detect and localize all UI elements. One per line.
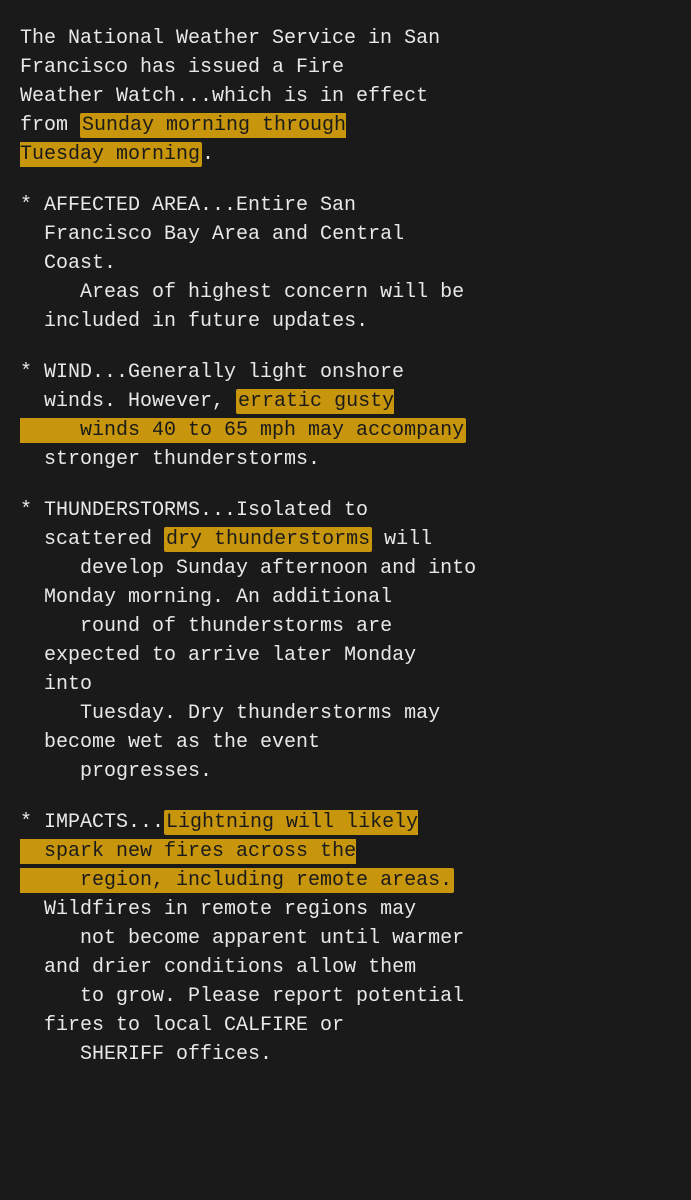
- affected-area-text: * AFFECTED AREA...Entire San Francisco B…: [20, 191, 671, 336]
- intro-section: The National Weather Service in San Fran…: [20, 24, 671, 169]
- wind-part2: stronger thunderstorms.: [20, 448, 320, 471]
- impacts-section: * IMPACTS...Lightning will likely spark …: [20, 808, 671, 1069]
- wind-text: * WIND...Generally light onshore winds. …: [20, 358, 671, 474]
- thunderstorms-text: * THUNDERSTORMS...Isolated to scattered …: [20, 496, 671, 786]
- thunderstorms-section: * THUNDERSTORMS...Isolated to scattered …: [20, 496, 671, 786]
- main-content: The National Weather Service in San Fran…: [20, 24, 671, 1069]
- intro-text: The National Weather Service in San Fran…: [20, 24, 671, 169]
- thunderstorms-part2: will develop Sunday afternoon and into M…: [20, 528, 476, 783]
- impacts-text: * IMPACTS...Lightning will likely spark …: [20, 808, 671, 1069]
- affected-area-section: * AFFECTED AREA...Entire San Francisco B…: [20, 191, 671, 336]
- intro-part2: .: [202, 143, 214, 166]
- impacts-part1: * IMPACTS...: [20, 811, 164, 834]
- thunderstorms-highlight1: dry thunderstorms: [164, 527, 372, 552]
- wind-section: * WIND...Generally light onshore winds. …: [20, 358, 671, 474]
- impacts-part2: Wildfires in remote regions may not beco…: [20, 898, 464, 1066]
